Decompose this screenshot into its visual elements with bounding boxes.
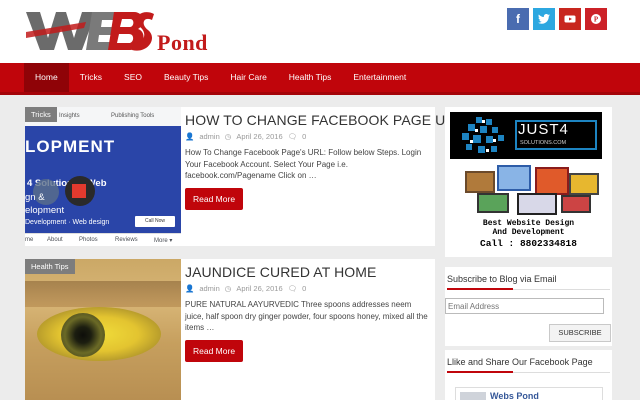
- widget-title-underline: [447, 371, 610, 373]
- fb-tab: About: [47, 237, 63, 243]
- eyebrow-shading: [25, 281, 181, 307]
- webs-logo-graphic: [26, 12, 154, 51]
- fb-tab-publishing-tools: Publishing Tools: [111, 113, 155, 119]
- post-date: April 26, 2016: [236, 284, 283, 293]
- post-excerpt: PURE NATURAL AAYURVEDIC Three spoons add…: [185, 300, 428, 332]
- page-avatar: [460, 392, 486, 400]
- post-author[interactable]: admin: [199, 284, 219, 293]
- nav-item-tricks[interactable]: Tricks: [69, 63, 113, 92]
- ad-phone: Call : 8802334818: [480, 238, 577, 249]
- post-author[interactable]: admin: [199, 132, 219, 141]
- nav-item-home[interactable]: Home: [24, 63, 69, 92]
- globe-icon: [462, 117, 504, 153]
- just4-banner: JUST4 SOLUTIONS.COM: [450, 112, 602, 159]
- comment-icon: 🗨: [287, 132, 298, 141]
- fb-tab: Photos: [79, 237, 98, 243]
- eye-photo: [25, 259, 181, 400]
- just4-brand-sub: SOLUTIONS.COM: [520, 140, 567, 146]
- subscribe-widget: Subscribe to Blog via Email SUBSCRIBE: [445, 267, 612, 346]
- comment-icon: 🗨: [287, 284, 298, 293]
- read-more-button[interactable]: Read More: [185, 187, 244, 210]
- windows-logo-icon: [72, 184, 86, 198]
- ad-text: And Development: [492, 228, 565, 237]
- email-field[interactable]: [445, 298, 604, 314]
- post-thumbnail[interactable]: Health Tips: [25, 259, 181, 400]
- facebook-icon[interactable]: f: [507, 8, 529, 30]
- nav-item-health-tips[interactable]: Health Tips: [278, 63, 343, 92]
- post-date: April 26, 2016: [236, 132, 283, 141]
- social-icons: f P: [507, 8, 607, 30]
- main-nav: Home Tricks SEO Beauty Tips Hair Care He…: [0, 63, 640, 95]
- sidebar-ad[interactable]: JUST4 SOLUTIONS.COM Best Website Design …: [445, 107, 612, 257]
- post-body: JAUNDICE CURED AT HOME 👤 admin ◷ April 2…: [185, 259, 429, 362]
- read-more-button[interactable]: Read More: [185, 339, 244, 362]
- ad-text: Best Website Design: [482, 219, 575, 228]
- fb-tab: Reviews: [115, 237, 138, 243]
- post-meta: 👤 admin ◷ April 26, 2016 🗨 0: [185, 132, 429, 141]
- logo-pond-text: Pond: [157, 30, 208, 55]
- facebook-likebox-widget: Llike and Share Our Facebook Page Webs P…: [445, 350, 612, 400]
- category-badge[interactable]: Health Tips: [25, 259, 75, 274]
- comment-count[interactable]: 0: [302, 132, 306, 141]
- post-meta: 👤 admin ◷ April 26, 2016 🗨 0: [185, 284, 429, 293]
- svg-text:P: P: [594, 16, 599, 24]
- post-title[interactable]: HOW TO CHANGE FACEBOOK PAGE URL: [185, 112, 463, 128]
- fb-tab-insights: Insights: [59, 113, 80, 119]
- banner-heading: LOPMENT: [25, 137, 116, 156]
- banner-line: elopment: [25, 205, 65, 216]
- fb-tab: More ▾: [154, 238, 173, 244]
- post-excerpt: How To Change Facebook Page's URL: Follo…: [185, 148, 422, 180]
- website-mockups-illustration: [465, 165, 599, 215]
- nav-item-seo[interactable]: SEO: [113, 63, 153, 92]
- post-card: Health Tips JAUNDICE CURED AT HOME 👤 adm…: [25, 259, 435, 400]
- fb-tab: me: [25, 237, 34, 243]
- post-thumbnail[interactable]: Insights Publishing Tools LOPMENT 4 Solu…: [25, 107, 181, 246]
- eye-iris: [61, 313, 105, 357]
- banner-line: Development · Web design: [25, 219, 110, 226]
- widget-title-underline: [447, 288, 610, 290]
- subscribe-button[interactable]: SUBSCRIBE: [549, 324, 611, 342]
- call-now-button: Call Now: [135, 216, 175, 227]
- banner-line: gn &: [25, 192, 45, 203]
- user-icon: 👤: [185, 284, 195, 293]
- site-header: Pond f P: [0, 0, 640, 63]
- post-title[interactable]: JAUNDICE CURED AT HOME: [185, 264, 429, 280]
- just4-brand: JUST4: [518, 121, 569, 138]
- clock-icon: ◷: [224, 132, 232, 141]
- comment-count[interactable]: 0: [302, 284, 306, 293]
- pinterest-icon[interactable]: P: [585, 8, 607, 30]
- clock-icon: ◷: [224, 284, 232, 293]
- widget-title: Llike and Share Our Facebook Page: [447, 357, 593, 367]
- site-logo[interactable]: Pond: [26, 8, 226, 55]
- nav-item-beauty-tips[interactable]: Beauty Tips: [153, 63, 219, 92]
- nav-item-entertainment[interactable]: Entertainment: [342, 63, 417, 92]
- facebook-page-name[interactable]: Webs Pond: [490, 391, 539, 400]
- post-body: HOW TO CHANGE FACEBOOK PAGE URL 👤 admin …: [185, 107, 463, 210]
- user-icon: 👤: [185, 132, 195, 141]
- fb-cover-banner: LOPMENT 4 Solutions : Web gn & elopment …: [25, 126, 181, 233]
- twitter-icon[interactable]: [533, 8, 555, 30]
- youtube-icon[interactable]: [559, 8, 581, 30]
- nav-item-hair-care[interactable]: Hair Care: [219, 63, 277, 92]
- widget-title: Subscribe to Blog via Email: [447, 274, 557, 284]
- fb-page-tabs: me About Photos Reviews More ▾: [25, 233, 181, 246]
- category-badge[interactable]: Tricks: [25, 107, 57, 122]
- post-card: Insights Publishing Tools LOPMENT 4 Solu…: [25, 107, 463, 246]
